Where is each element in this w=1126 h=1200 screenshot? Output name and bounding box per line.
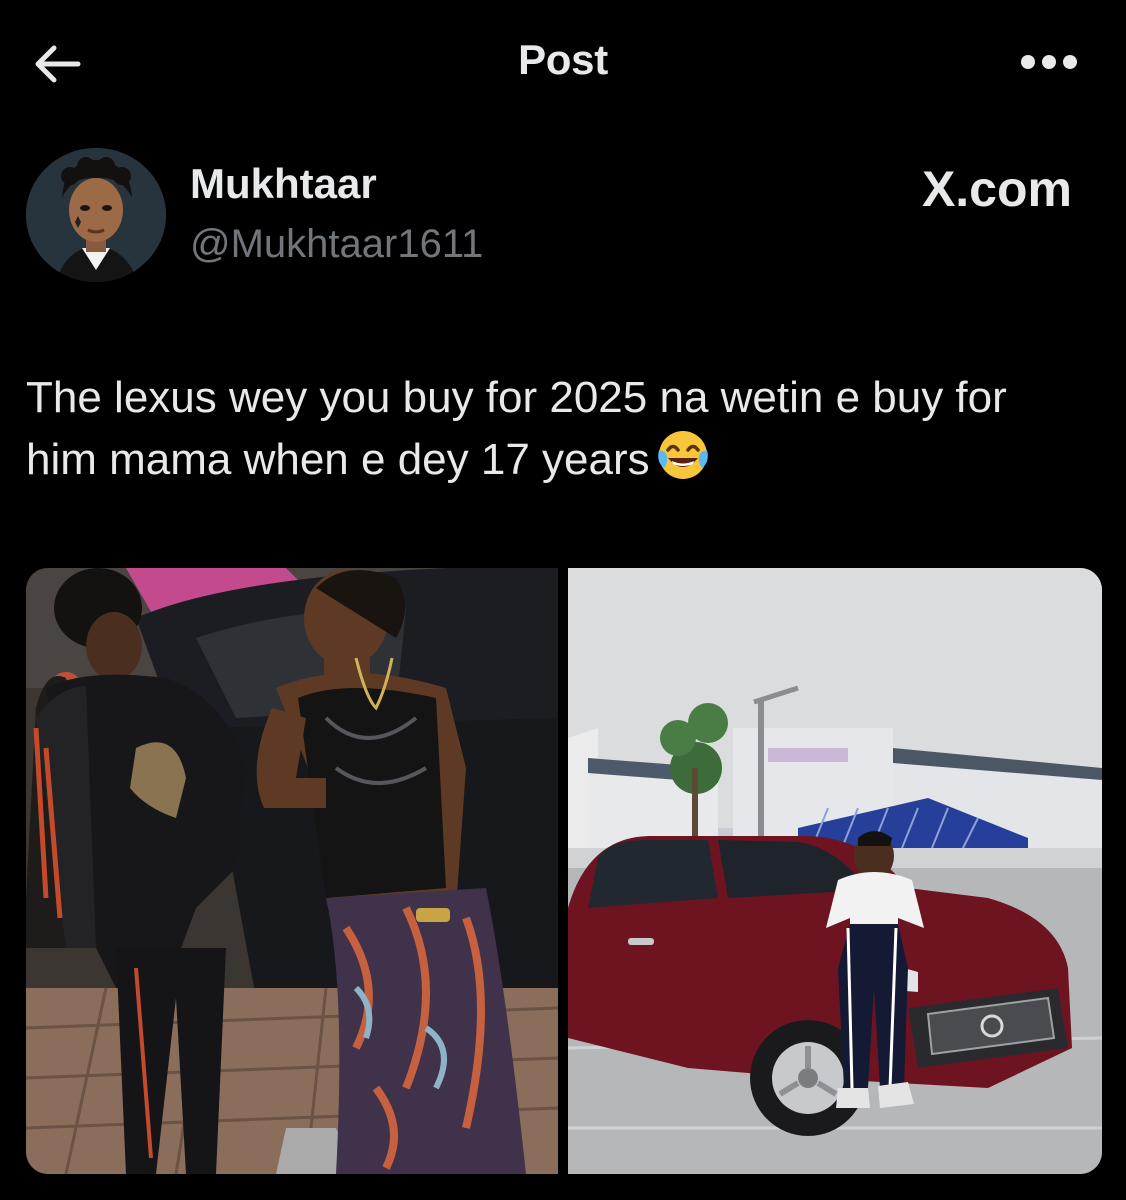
photo-man-sitting-on-red-lexus[interactable]	[568, 568, 1102, 1174]
post-text: The lexus wey you buy for 2025 na wetin …	[26, 368, 1086, 498]
more-horizontal-icon	[1021, 55, 1077, 69]
brand-watermark: X.com	[921, 161, 1072, 217]
post-body: The lexus wey you buy for 2025 na wetin …	[26, 373, 1007, 484]
photo-woman-and-young-man-by-car[interactable]	[26, 568, 558, 1174]
post-media	[26, 568, 1102, 1174]
more-options-button[interactable]	[1020, 54, 1078, 70]
face-with-tears-of-joy-icon	[656, 428, 710, 498]
avatar[interactable]	[26, 148, 166, 282]
top-bar: Post	[0, 0, 1126, 124]
page-title: Post	[518, 36, 608, 83]
avatar-illustration	[26, 148, 166, 282]
author-handle[interactable]: @Mukhtaar1611	[190, 222, 483, 267]
author-display-name[interactable]: Mukhtaar	[190, 160, 377, 208]
